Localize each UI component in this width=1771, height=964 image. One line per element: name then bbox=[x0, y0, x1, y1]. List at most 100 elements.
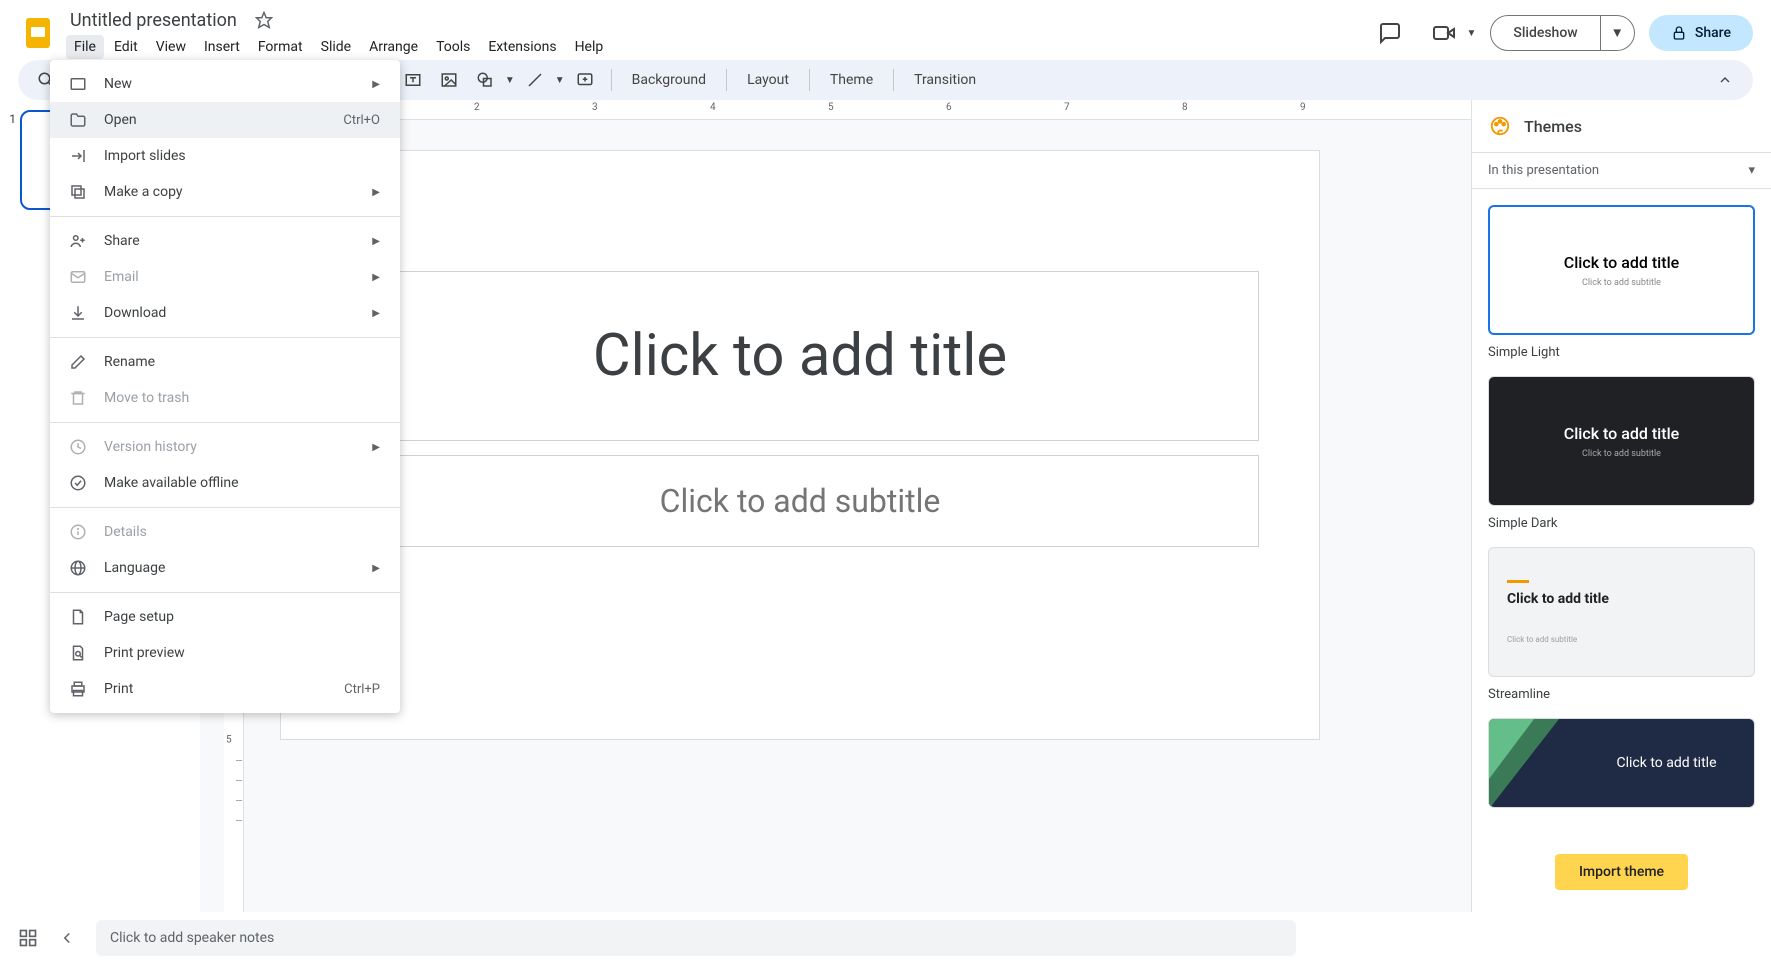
ruler-tick: 9 bbox=[1300, 102, 1306, 113]
menu-separator bbox=[50, 592, 400, 593]
slide-canvas[interactable]: Click to add title Click to add subtitle bbox=[280, 150, 1320, 740]
menu-print-preview[interactable]: Print preview bbox=[50, 635, 400, 671]
menu-separator bbox=[50, 507, 400, 508]
lock-icon bbox=[1671, 25, 1687, 41]
layout-button[interactable]: Layout bbox=[737, 66, 799, 94]
separator bbox=[611, 69, 612, 91]
menu-tools[interactable]: Tools bbox=[428, 35, 478, 59]
import-icon bbox=[68, 146, 88, 166]
theme-preview-title: Click to add title bbox=[1564, 424, 1680, 443]
menu-separator bbox=[50, 337, 400, 338]
copy-icon bbox=[68, 182, 88, 202]
collapse-filmstrip-icon[interactable] bbox=[58, 929, 76, 947]
menu-import-slides[interactable]: Import slides bbox=[50, 138, 400, 174]
theme-name: Simple Dark bbox=[1488, 516, 1755, 531]
line-dropdown[interactable]: ▼ bbox=[555, 75, 565, 86]
menu-rename[interactable]: Rename bbox=[50, 344, 400, 380]
theme-card-streamline[interactable]: Click to add title Click to add subtitle bbox=[1488, 547, 1755, 677]
ruler-dash bbox=[236, 780, 242, 781]
menu-label: New bbox=[104, 76, 356, 92]
menu-slide[interactable]: Slide bbox=[313, 35, 359, 59]
menu-separator bbox=[50, 422, 400, 423]
themes-title: Themes bbox=[1524, 117, 1582, 136]
ruler-dash bbox=[236, 820, 242, 821]
image-icon[interactable] bbox=[433, 64, 465, 96]
speaker-notes[interactable]: Click to add speaker notes bbox=[96, 920, 1296, 956]
menu-insert[interactable]: Insert bbox=[196, 35, 248, 59]
background-button[interactable]: Background bbox=[622, 66, 716, 94]
shape-icon[interactable] bbox=[469, 64, 501, 96]
ruler-horizontal[interactable]: 2 3 4 5 6 7 8 9 bbox=[244, 100, 1471, 120]
pencil-icon bbox=[68, 352, 88, 372]
transition-button[interactable]: Transition bbox=[904, 66, 986, 94]
comment-icon[interactable] bbox=[569, 64, 601, 96]
menu-edit[interactable]: Edit bbox=[106, 35, 146, 59]
separator bbox=[893, 69, 894, 91]
menu-offline[interactable]: Make available offline bbox=[50, 465, 400, 501]
ruler-tick: 2 bbox=[474, 102, 480, 113]
ruler-tick: 3 bbox=[592, 102, 598, 113]
menu-label: Page setup bbox=[104, 609, 380, 625]
menu-file[interactable]: File bbox=[66, 35, 104, 59]
doc-title[interactable]: Untitled presentation bbox=[66, 8, 241, 33]
menu-language[interactable]: Language ▶ bbox=[50, 550, 400, 586]
accent-bar bbox=[1507, 580, 1529, 583]
menu-print[interactable]: Print Ctrl+P bbox=[50, 671, 400, 707]
theme-preview-title: Click to add title bbox=[1564, 253, 1680, 272]
collapse-toolbar-icon[interactable] bbox=[1709, 64, 1741, 96]
meet-camera-icon[interactable] bbox=[1424, 13, 1464, 53]
mail-icon bbox=[68, 267, 88, 287]
comment-history-icon[interactable] bbox=[1370, 13, 1410, 53]
submenu-arrow-icon: ▶ bbox=[372, 272, 380, 283]
page-icon bbox=[68, 607, 88, 627]
menu-share[interactable]: Share ▶ bbox=[50, 223, 400, 259]
theme-preview-title: Click to add title bbox=[1507, 591, 1609, 607]
menu-label: Print bbox=[104, 681, 328, 697]
slide-icon bbox=[68, 74, 88, 94]
menu-format[interactable]: Format bbox=[250, 35, 311, 59]
menu-label: Language bbox=[104, 560, 356, 576]
menu-page-setup[interactable]: Page setup bbox=[50, 599, 400, 635]
offline-icon bbox=[68, 473, 88, 493]
theme-button[interactable]: Theme bbox=[820, 66, 883, 94]
menu-trash: Move to trash bbox=[50, 380, 400, 416]
theme-card-focus[interactable]: Click to add title bbox=[1488, 718, 1755, 808]
meet-dropdown-icon[interactable]: ▼ bbox=[1466, 28, 1476, 39]
menu-help[interactable]: Help bbox=[567, 35, 612, 59]
grid-view-icon[interactable] bbox=[18, 928, 38, 948]
theme-card-simple-dark[interactable]: Click to add title Click to add subtitle bbox=[1488, 376, 1755, 506]
import-theme-button[interactable]: Import theme bbox=[1555, 854, 1688, 890]
ruler-tick: 5 bbox=[828, 102, 834, 113]
folder-icon bbox=[68, 110, 88, 130]
menu-open[interactable]: Open Ctrl+O bbox=[50, 102, 400, 138]
menu-view[interactable]: View bbox=[148, 35, 194, 59]
theme-preview-title: Click to add title bbox=[1617, 755, 1717, 771]
menu-extensions[interactable]: Extensions bbox=[480, 35, 564, 59]
line-icon[interactable] bbox=[519, 64, 551, 96]
submenu-arrow-icon: ▶ bbox=[372, 442, 380, 453]
chevron-down-icon: ▾ bbox=[1748, 163, 1755, 178]
header: Untitled presentation File Edit View Ins… bbox=[0, 0, 1771, 60]
share-button[interactable]: Share bbox=[1649, 15, 1753, 51]
app-logo[interactable] bbox=[18, 13, 58, 53]
star-icon[interactable] bbox=[255, 11, 273, 29]
menu-separator bbox=[50, 216, 400, 217]
slideshow-dropdown[interactable]: ▼ bbox=[1601, 15, 1635, 51]
themes-scope-dropdown[interactable]: In this presentation ▾ bbox=[1472, 152, 1771, 189]
subtitle-placeholder[interactable]: Click to add subtitle bbox=[341, 455, 1259, 547]
menu-details: Details bbox=[50, 514, 400, 550]
ruler-dash bbox=[236, 800, 242, 801]
title-placeholder[interactable]: Click to add title bbox=[341, 271, 1259, 441]
menu-arrange[interactable]: Arrange bbox=[361, 35, 426, 59]
submenu-arrow-icon: ▶ bbox=[372, 236, 380, 247]
footer: Click to add speaker notes bbox=[0, 912, 1471, 964]
textbox-icon[interactable] bbox=[397, 64, 429, 96]
menu-new[interactable]: New ▶ bbox=[50, 66, 400, 102]
slide-number: 1 bbox=[4, 110, 20, 210]
ruler-dash bbox=[236, 760, 242, 761]
menu-download[interactable]: Download ▶ bbox=[50, 295, 400, 331]
theme-card-simple-light[interactable]: Click to add title Click to add subtitle bbox=[1488, 205, 1755, 335]
shape-dropdown[interactable]: ▼ bbox=[505, 75, 515, 86]
slideshow-button[interactable]: Slideshow bbox=[1490, 15, 1600, 51]
menu-make-copy[interactable]: Make a copy ▶ bbox=[50, 174, 400, 210]
